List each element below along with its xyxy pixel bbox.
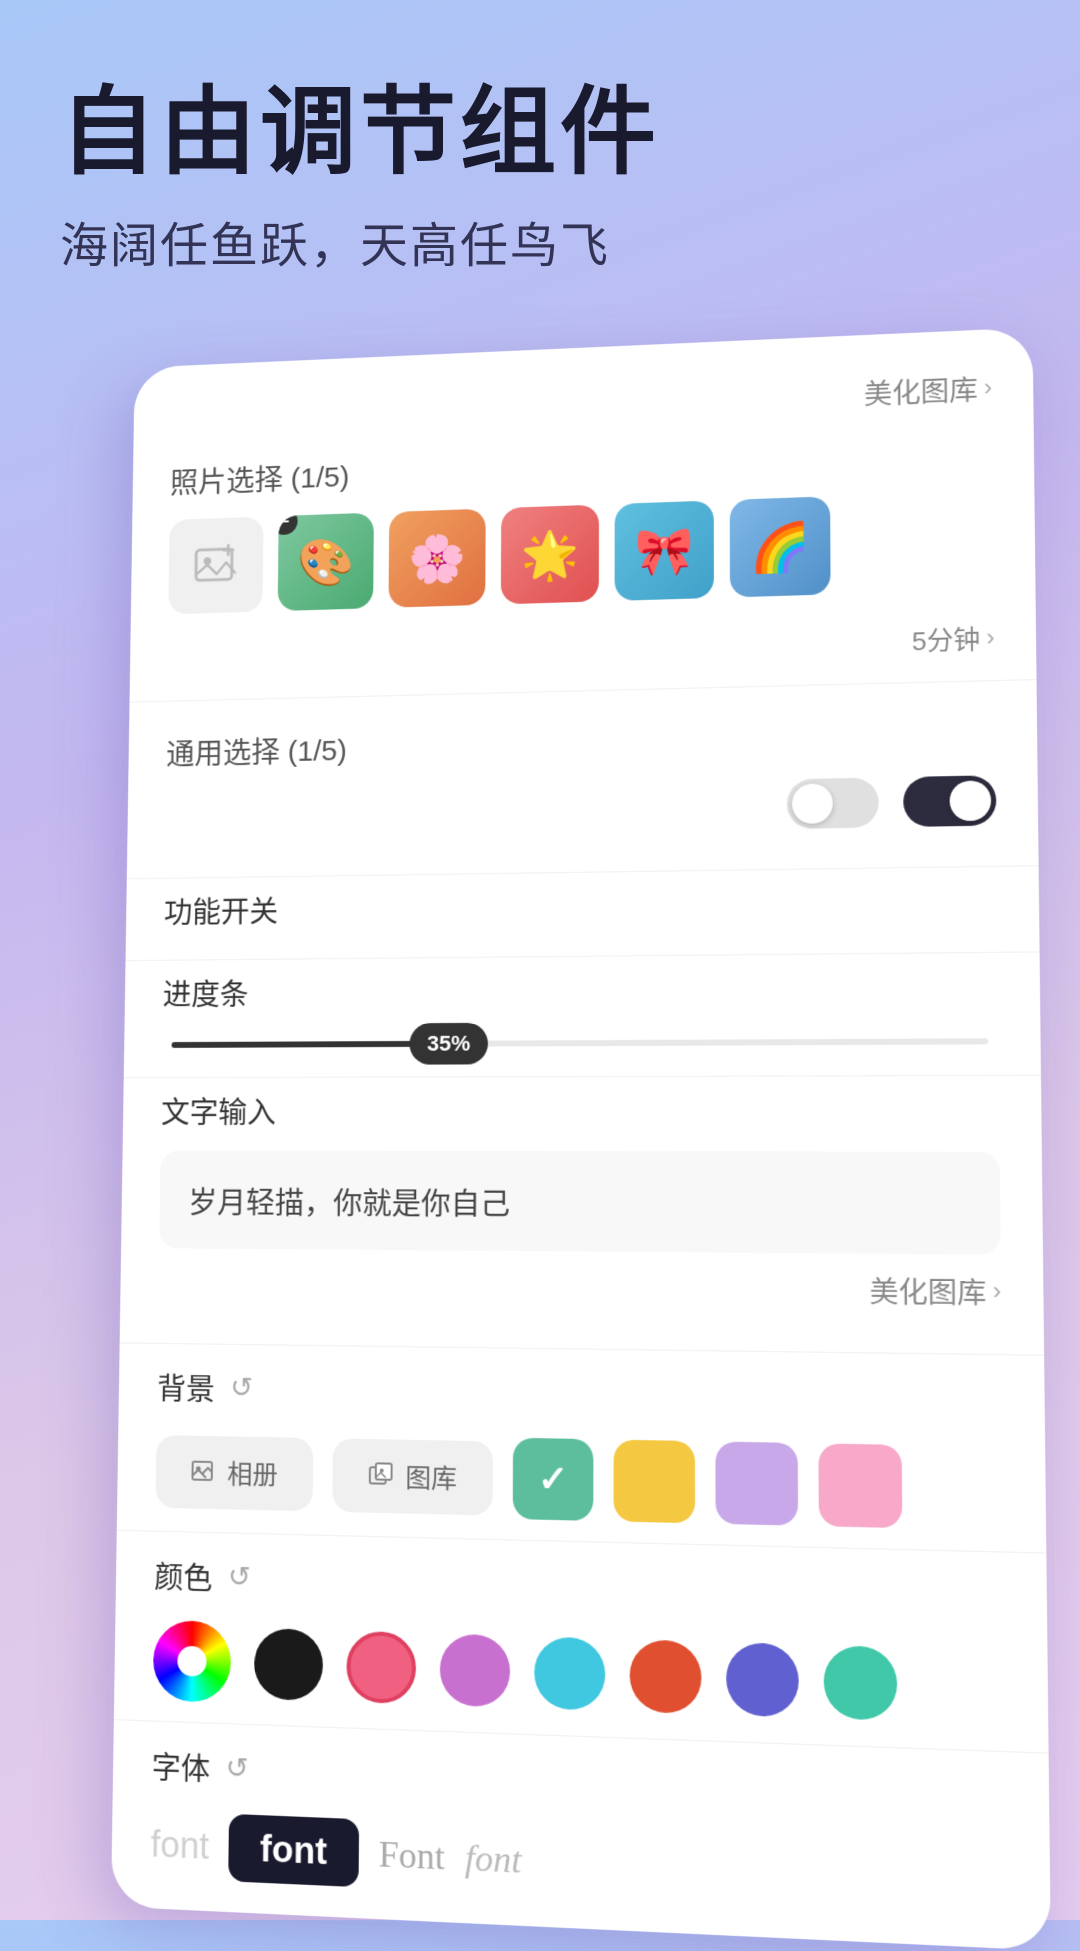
- sub-title: 海阔任鱼跃，天高任鸟飞: [60, 206, 1020, 276]
- general-section: 通用选择 (1/5): [164, 681, 996, 878]
- progress-track[interactable]: 35%: [172, 1038, 989, 1048]
- progress-section: 进度条 35%: [162, 953, 999, 1077]
- main-title: 自由调节组件: [60, 80, 1020, 186]
- font-item-faded-left[interactable]: font: [150, 1823, 209, 1868]
- toggle-knob-on: [949, 780, 991, 821]
- text-input-box[interactable]: 岁月轻描，你就是你自己: [159, 1150, 1001, 1254]
- font-item-normal-1[interactable]: Font: [379, 1832, 445, 1878]
- bg-swatch-purple[interactable]: [715, 1441, 798, 1525]
- gallery-icon: [368, 1461, 396, 1490]
- color-section: 颜色 ↺: [152, 1532, 1005, 1751]
- color-dot-pink[interactable]: [346, 1631, 416, 1705]
- photo-thumb-1[interactable]: −: [278, 513, 374, 611]
- color-dot-blue[interactable]: [726, 1642, 799, 1717]
- chevron-right-icon: ›: [984, 374, 992, 402]
- color-refresh-icon[interactable]: ↺: [228, 1559, 251, 1593]
- album-button[interactable]: 相册: [155, 1435, 313, 1511]
- bg-swatch-green[interactable]: ✓: [513, 1438, 594, 1521]
- color-dot-black[interactable]: [254, 1628, 323, 1701]
- toggle-knob-off: [792, 783, 833, 824]
- font-header: 字体 ↺: [151, 1742, 1006, 1821]
- color-label: 颜色: [154, 1552, 213, 1598]
- beautify-chevron-icon: ›: [993, 1277, 1002, 1306]
- header-section: 自由调节组件 海阔任鱼跃，天高任鸟飞: [0, 0, 1080, 316]
- beautify-row: 美化图库 ›: [158, 1264, 1001, 1313]
- top-bar: 美化图库 ›: [171, 368, 993, 441]
- bg-swatch-pink[interactable]: [818, 1443, 902, 1528]
- gallery-button[interactable]: 图库: [332, 1438, 493, 1515]
- function-switch-label: 功能开关: [164, 877, 998, 931]
- font-item-italic[interactable]: font: [465, 1836, 522, 1882]
- font-row: font font Font font: [150, 1811, 1007, 1917]
- progress-label: 进度条: [163, 963, 999, 1013]
- font-refresh-icon[interactable]: ↺: [225, 1750, 248, 1784]
- color-dot-teal[interactable]: [824, 1645, 898, 1721]
- font-label: 字体: [151, 1742, 210, 1789]
- add-photo-button[interactable]: [168, 517, 263, 615]
- toggle-on[interactable]: [903, 775, 996, 827]
- color-header: 颜色 ↺: [154, 1552, 1004, 1620]
- refresh-icon[interactable]: ↺: [230, 1370, 253, 1403]
- text-input-section: 文字输入 岁月轻描，你就是你自己 美化图库 ›: [158, 1076, 1002, 1354]
- font-text-faded-left: font: [150, 1823, 209, 1868]
- color-row: [153, 1620, 1006, 1730]
- time-link[interactable]: 5分钟 ›: [912, 619, 995, 658]
- toggle-off[interactable]: [787, 777, 879, 828]
- background-section: 背景 ↺ 相册 图库: [155, 1344, 1004, 1552]
- bg-row: 相册 图库 ✓: [155, 1431, 1003, 1530]
- bg-header: 背景 ↺: [157, 1364, 1003, 1422]
- color-dot-purple[interactable]: [440, 1633, 511, 1707]
- time-chevron-icon: ›: [986, 624, 995, 652]
- text-input-label: 文字输入: [161, 1086, 1000, 1131]
- album-icon: [190, 1458, 217, 1487]
- font-text-selected: font: [260, 1827, 327, 1873]
- font-text-normal-1: Font: [379, 1832, 445, 1878]
- beautify-link-2[interactable]: 美化图库 ›: [869, 1270, 1001, 1313]
- beautify-library-link[interactable]: 美化图库 ›: [864, 368, 993, 412]
- color-wheel-inner: [177, 1646, 206, 1677]
- phone-card: 美化图库 › 照片选择 (1/5) −: [111, 327, 1051, 1950]
- photo-thumb-5[interactable]: [730, 496, 831, 597]
- photo-thumb-4[interactable]: [615, 500, 714, 600]
- font-text-italic: font: [465, 1836, 522, 1882]
- image-add-icon: [192, 541, 240, 590]
- photo-section-label: 照片选择 (1/5): [170, 427, 993, 501]
- photo-row: −: [168, 490, 994, 614]
- color-dot-cyan[interactable]: [534, 1636, 605, 1711]
- time-row: 5分钟 ›: [167, 619, 994, 678]
- checkmark-icon: ✓: [538, 1457, 568, 1500]
- bg-swatch-yellow[interactable]: [614, 1440, 696, 1524]
- function-switch-section: 功能开关: [163, 867, 997, 960]
- font-item-selected[interactable]: font: [228, 1814, 359, 1887]
- general-section-label: 通用选择 (1/5): [166, 711, 996, 772]
- toggles-row: [165, 775, 996, 839]
- color-wheel[interactable]: [153, 1620, 232, 1703]
- photo-thumb-3[interactable]: [501, 505, 599, 605]
- font-section: 字体 ↺ font font Font font: [150, 1722, 1008, 1928]
- color-dot-orange[interactable]: [630, 1639, 702, 1714]
- progress-fill: [172, 1041, 449, 1048]
- photo-section: 照片选择 (1/5) −: [167, 427, 994, 678]
- photo-thumb-2[interactable]: [388, 509, 485, 608]
- progress-thumb[interactable]: 35%: [409, 1023, 488, 1065]
- bg-label: 背景: [157, 1364, 215, 1409]
